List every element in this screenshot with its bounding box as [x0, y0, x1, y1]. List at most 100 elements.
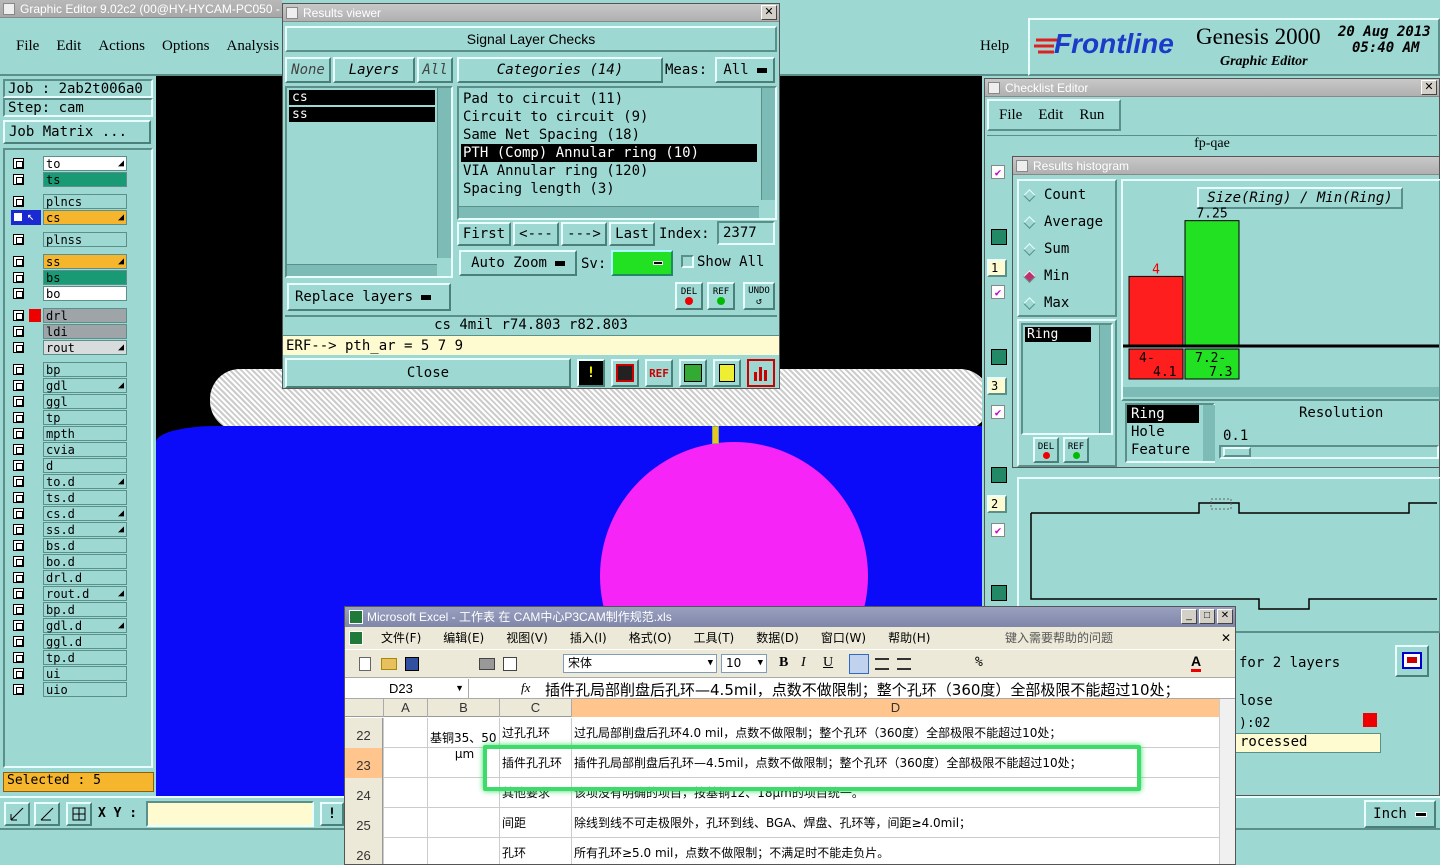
close-icon[interactable]: ✕	[1217, 609, 1233, 624]
excel-menu-item[interactable]: 格式(O)	[629, 627, 672, 649]
layer-row[interactable]: bs.d	[11, 538, 129, 553]
row-header[interactable]: 25	[345, 808, 383, 838]
layer-row[interactable]: gdl ◢	[11, 378, 129, 393]
field-selector-list[interactable]: Ring Hole Feature	[1125, 403, 1215, 463]
histogram-option-sum[interactable]: Sum	[1023, 241, 1069, 257]
align-right-icon[interactable]	[897, 658, 911, 670]
layer-name[interactable]: bp.d	[43, 602, 127, 617]
layer-row[interactable]: bs	[11, 270, 129, 285]
layer-name[interactable]: cs.d ◢	[43, 506, 127, 521]
prev-button[interactable]: <---	[513, 222, 559, 246]
layer-name[interactable]: plnss	[43, 232, 127, 247]
horizontal-scrollbar[interactable]	[287, 264, 437, 276]
histogram-icon-button[interactable]	[747, 359, 775, 387]
last-button[interactable]: Last	[609, 222, 655, 246]
layer-row[interactable]: bp.d	[11, 602, 129, 617]
vertical-scrollbar[interactable]	[437, 88, 451, 258]
layer-row[interactable]: gdl.d ◢	[11, 618, 129, 633]
cell-a[interactable]	[383, 808, 427, 838]
del-button[interactable]: DEL	[675, 282, 703, 310]
layer-checkbox[interactable]	[13, 460, 24, 471]
menu-options[interactable]: Options	[162, 38, 210, 55]
histogram-option-count[interactable]: Count	[1023, 187, 1086, 203]
layer-row[interactable]: mpth	[11, 426, 129, 441]
checklist-menu-edit[interactable]: Edit	[1038, 107, 1063, 124]
layer-name[interactable]: drl	[43, 308, 127, 323]
layer-checkbox[interactable]	[13, 234, 24, 245]
fx-icon[interactable]: fx	[521, 680, 530, 696]
layer-name[interactable]: tp.d	[43, 650, 127, 665]
column-header-d[interactable]: D	[571, 699, 1219, 717]
replace-layers-dropdown[interactable]: Replace layers	[287, 283, 451, 311]
layer-name[interactable]: ui	[43, 666, 127, 681]
cell-a[interactable]	[383, 748, 427, 778]
sv-color-dropdown[interactable]	[611, 250, 673, 276]
layer-row[interactable]: ss ◢	[11, 254, 129, 269]
layer-checkbox[interactable]	[13, 174, 24, 185]
cell-d[interactable]: 所有孔环≥5.0 mil，点数不做限制；不满足时不能走负片。	[571, 838, 1219, 864]
layer-row[interactable]: ts	[11, 172, 129, 187]
checklist-titlebar[interactable]: Checklist Editor ✕	[985, 79, 1439, 97]
layer-name[interactable]: ss ◢	[43, 254, 127, 269]
layer-name[interactable]: rout.d ◢	[43, 586, 127, 601]
excel-menu-item[interactable]: 工具(T)	[694, 627, 735, 649]
layer-checkbox[interactable]	[13, 540, 24, 551]
preview-icon[interactable]	[503, 657, 517, 671]
excel-menu-item[interactable]: 帮助(H)	[888, 627, 930, 649]
excel-menu-item[interactable]: 视图(V)	[506, 627, 548, 649]
layer-name[interactable]: mpth	[43, 426, 127, 441]
slider-thumb[interactable]	[1223, 447, 1251, 457]
field-item[interactable]: Ring	[1127, 405, 1199, 423]
layer-row[interactable]: ↖ cs ◢	[11, 209, 129, 225]
layer-row[interactable]: drl	[11, 308, 129, 323]
field-item[interactable]: Hole	[1127, 423, 1213, 441]
layer-name[interactable]: tp	[43, 410, 127, 425]
histogram-bar[interactable]	[1128, 275, 1184, 346]
layer-row[interactable]: bo	[11, 286, 129, 301]
layer-results-list[interactable]: cs ss	[285, 86, 453, 278]
name-box[interactable]: D23 ▼	[347, 679, 469, 698]
layer-checkbox[interactable]	[13, 364, 24, 375]
layer-checkbox[interactable]	[13, 556, 24, 567]
layer-name[interactable]: uio	[43, 682, 127, 697]
layers-button[interactable]: Layers	[333, 57, 415, 83]
category-item[interactable]: Circuit to circuit (9)	[461, 108, 757, 126]
layer-row[interactable]: ggl	[11, 394, 129, 409]
row-header[interactable]: 26	[345, 838, 383, 864]
column-header-a[interactable]: A	[383, 699, 427, 717]
layer-row[interactable]: plnss	[11, 232, 129, 247]
first-button[interactable]: First	[457, 222, 511, 246]
category-item[interactable]: PTH (Comp) Annular ring (10)	[461, 144, 757, 162]
layer-name[interactable]: ggl.d	[43, 634, 127, 649]
layer-row[interactable]: tp.d	[11, 650, 129, 665]
layer-row[interactable]: to.d ◢	[11, 474, 129, 489]
font-color-icon[interactable]: A	[1191, 653, 1202, 672]
excel-titlebar[interactable]: Microsoft Excel - 工作表 在 CAM中心P3CAM制作规范.x…	[345, 607, 1235, 627]
cell-a[interactable]	[383, 838, 427, 864]
layer-row[interactable]: ui	[11, 666, 129, 681]
save-icon[interactable]	[405, 657, 419, 671]
units-dropdown[interactable]: Inch	[1364, 800, 1436, 828]
open-icon[interactable]	[381, 658, 397, 670]
layer-checkbox[interactable]	[13, 604, 24, 615]
layer-row[interactable]: uio	[11, 682, 129, 697]
print-icon[interactable]	[479, 658, 495, 670]
warning-icon-button[interactable]: !	[577, 359, 605, 387]
layer-row[interactable]: ss.d ◢	[11, 522, 129, 537]
cell-b[interactable]: 基铜35、50	[427, 718, 499, 748]
layer-checkbox[interactable]	[13, 158, 24, 169]
percent-icon[interactable]: %	[975, 655, 983, 670]
layer-name[interactable]: bo.d	[43, 554, 127, 569]
layer-checkbox[interactable]	[13, 668, 24, 679]
close-button[interactable]: Close	[285, 358, 571, 388]
snap-icon-button[interactable]	[4, 802, 30, 826]
layer-row[interactable]: cs.d ◢	[11, 506, 129, 521]
menu-edit[interactable]: Edit	[56, 38, 81, 55]
histogram-option-max[interactable]: Max	[1023, 295, 1069, 311]
layer-row[interactable]: bp	[11, 362, 129, 377]
align-left-icon[interactable]	[849, 654, 869, 674]
layer-name[interactable]: ts.d	[43, 490, 127, 505]
layer-row[interactable]: rout ◢	[11, 340, 129, 355]
layer-row[interactable]: rout.d ◢	[11, 586, 129, 601]
vertical-scrollbar[interactable]	[761, 88, 775, 200]
